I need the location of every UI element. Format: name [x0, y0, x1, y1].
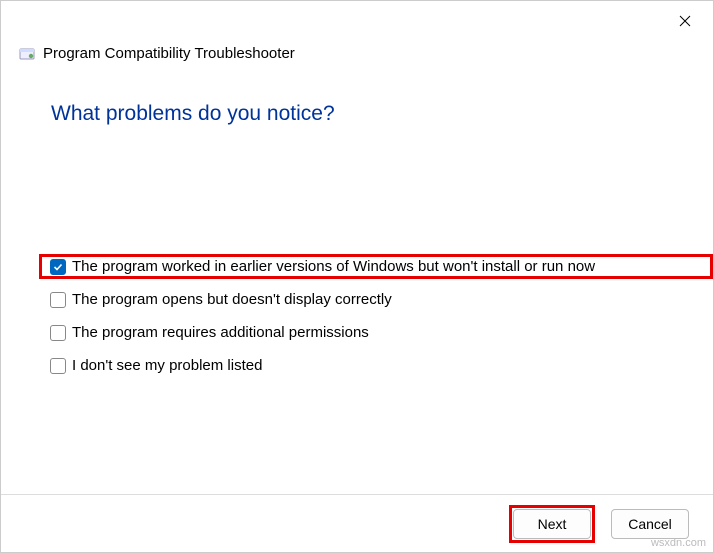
option-permissions[interactable]: The program requires additional permissi…: [39, 320, 713, 345]
option-display-incorrect[interactable]: The program opens but doesn't display co…: [39, 287, 713, 312]
option-earlier-versions[interactable]: The program worked in earlier versions o…: [39, 254, 713, 279]
window-title: Program Compatibility Troubleshooter: [43, 45, 295, 62]
checkbox-icon: [50, 325, 66, 341]
close-icon: [679, 15, 691, 27]
page-heading: What problems do you notice?: [1, 62, 713, 126]
troubleshooter-window: Program Compatibility Troubleshooter Wha…: [0, 0, 714, 553]
checkbox-icon: [50, 259, 66, 275]
troubleshooter-icon: [19, 46, 35, 62]
option-label: The program requires additional permissi…: [72, 324, 369, 341]
cancel-button[interactable]: Cancel: [611, 509, 689, 539]
option-label: The program worked in earlier versions o…: [72, 258, 595, 275]
window-header: Program Compatibility Troubleshooter: [1, 1, 713, 62]
option-label: The program opens but doesn't display co…: [72, 291, 392, 308]
option-label: I don't see my problem listed: [72, 357, 262, 374]
checkbox-icon: [50, 358, 66, 374]
watermark: wsxdn.com: [651, 537, 706, 549]
checkbox-icon: [50, 292, 66, 308]
footer-bar: Next Cancel: [1, 494, 713, 552]
cancel-button-label: Cancel: [628, 516, 672, 532]
next-button-label: Next: [538, 516, 567, 532]
next-button-highlight: Next: [509, 505, 595, 543]
options-list: The program worked in earlier versions o…: [1, 126, 713, 378]
close-button[interactable]: [669, 9, 701, 33]
next-button[interactable]: Next: [513, 509, 591, 539]
option-not-listed[interactable]: I don't see my problem listed: [39, 353, 713, 378]
